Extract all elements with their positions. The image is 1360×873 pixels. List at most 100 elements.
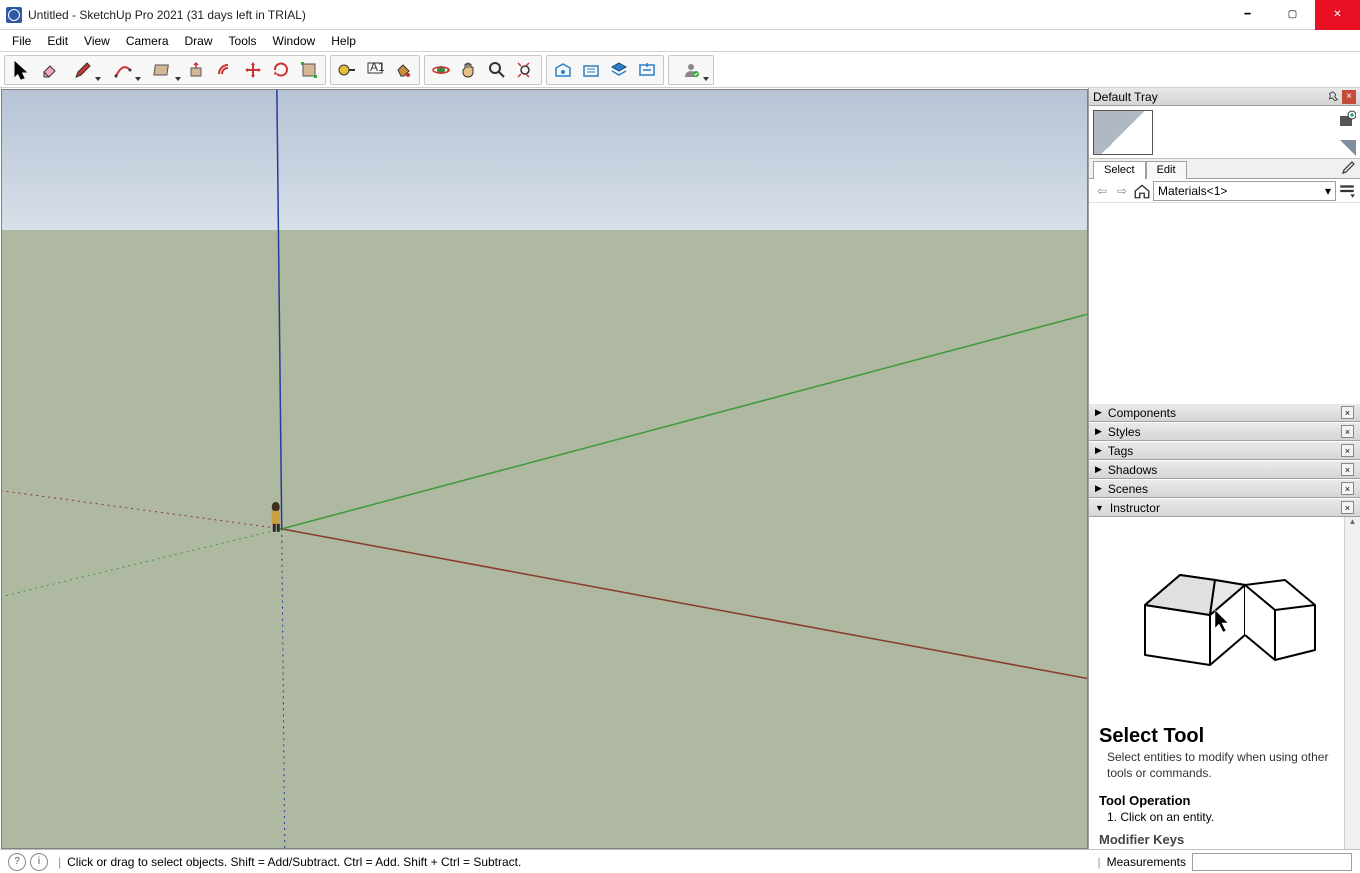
dropdown-caret-icon	[95, 77, 101, 81]
menu-help[interactable]: Help	[323, 32, 364, 50]
materials-library-select[interactable]: Materials<1> ▾	[1153, 181, 1336, 201]
dropdown-caret-icon	[135, 77, 141, 81]
instructor-operation-header: Tool Operation	[1099, 793, 1350, 808]
eyedropper-icon[interactable]	[1338, 160, 1356, 178]
materials-nav: ⇦ ⇨ Materials<1> ▾	[1089, 179, 1360, 203]
dropdown-caret-icon	[703, 77, 709, 81]
materials-tabs: Select Edit	[1089, 159, 1360, 179]
panel-close-button[interactable]: ×	[1341, 444, 1354, 457]
panel-close-button[interactable]: ×	[1341, 501, 1354, 514]
panel-header-components[interactable]: ▶ Components×	[1089, 403, 1360, 422]
menu-window[interactable]: Window	[265, 32, 324, 50]
warehouse-tool[interactable]	[549, 57, 577, 83]
arrow-right-icon: ▶	[1095, 445, 1102, 456]
main-area: Default Tray × Select Edit ⇦ ⇨	[0, 88, 1360, 849]
menu-edit[interactable]: Edit	[39, 32, 76, 50]
menu-camera[interactable]: Camera	[118, 32, 177, 50]
arrow-right-icon: ▶	[1095, 483, 1102, 494]
arrow-right-icon: ▶	[1095, 464, 1102, 475]
panel-label: Scenes	[1108, 482, 1341, 496]
panel-header-instructor[interactable]: ▼Instructor×	[1089, 498, 1360, 517]
instructor-scrollbar[interactable]	[1344, 517, 1360, 849]
zoom-tool[interactable]	[483, 57, 511, 83]
panel-header-shadows[interactable]: ▶Shadows×	[1089, 460, 1360, 479]
menu-file[interactable]: File	[4, 32, 39, 50]
paint-bucket-tool[interactable]	[389, 57, 417, 83]
zoom-extents-tool[interactable]	[511, 57, 539, 83]
close-button[interactable]: ✕	[1315, 0, 1360, 30]
draw-arc-tool[interactable]	[103, 57, 143, 83]
nav-back-icon[interactable]: ⇦	[1093, 182, 1111, 200]
panel-header-scenes[interactable]: ▶ Scenes×	[1089, 479, 1360, 498]
panel-close-button[interactable]: ×	[1341, 482, 1354, 495]
materials-tab-select[interactable]: Select	[1093, 161, 1146, 179]
materials-tab-edit[interactable]: Edit	[1146, 161, 1187, 179]
info-icon[interactable]: i	[30, 853, 48, 871]
menu-tools[interactable]: Tools	[221, 32, 265, 50]
create-material-icon[interactable]	[1338, 110, 1356, 128]
extension-manager-tool[interactable]	[633, 57, 661, 83]
panel-close-button[interactable]: ×	[1341, 425, 1354, 438]
arrow-right-icon: ▶	[1095, 407, 1102, 418]
minimize-button[interactable]: ━	[1225, 0, 1270, 30]
status-hint: Click or drag to select objects. Shift =…	[67, 855, 1091, 869]
viewport-axes	[2, 90, 1087, 848]
tray-close-button[interactable]: ×	[1342, 90, 1356, 104]
menu-draw[interactable]: Draw	[177, 32, 221, 50]
dropdown-caret-icon	[175, 77, 181, 81]
viewport-3d[interactable]	[1, 89, 1088, 849]
instructor-operation-step: 1. Click on an entity.	[1107, 810, 1350, 824]
pan-tool[interactable]	[455, 57, 483, 83]
title-bar: Untitled - SketchUp Pro 2021 (31 days le…	[0, 0, 1360, 30]
rotate-tool[interactable]	[267, 57, 295, 83]
instructor-title: Select Tool	[1099, 725, 1350, 748]
menu-view[interactable]: View	[76, 32, 118, 50]
panel-header-tags[interactable]: ▶ Tags×	[1089, 441, 1360, 460]
tray-title: Default Tray	[1093, 90, 1324, 104]
orbit-tool[interactable]	[427, 57, 455, 83]
materials-library-label: Materials<1>	[1158, 184, 1227, 198]
panel-close-button[interactable]: ×	[1341, 406, 1354, 419]
panel-label: Styles	[1108, 425, 1341, 439]
panel-label: Components	[1108, 406, 1341, 420]
user-account-tool[interactable]	[671, 57, 711, 83]
pin-icon[interactable]	[1326, 90, 1340, 104]
tape-measure-tool[interactable]	[333, 57, 361, 83]
arrow-right-icon: ▶	[1095, 426, 1102, 437]
scale-tool[interactable]	[295, 57, 323, 83]
layers-tool[interactable]	[605, 57, 633, 83]
draw-line-tool[interactable]	[63, 57, 103, 83]
scale-figure-icon	[272, 502, 280, 532]
help-icon[interactable]: ?	[8, 853, 26, 871]
instructor-modifier-header: Modifier Keys	[1099, 832, 1350, 847]
panel-header-styles[interactable]: ▶ Styles×	[1089, 422, 1360, 441]
eraser-tool[interactable]	[35, 57, 63, 83]
tray-header[interactable]: Default Tray ×	[1089, 88, 1360, 106]
panel-close-button[interactable]: ×	[1341, 463, 1354, 476]
panel-label: Tags	[1108, 444, 1341, 458]
maximize-button[interactable]: ▢	[1270, 0, 1315, 30]
materials-list[interactable]	[1089, 203, 1360, 403]
material-corner-icon	[1340, 140, 1356, 156]
measurements-label: Measurements	[1107, 855, 1186, 869]
extension-warehouse-tool[interactable]	[577, 57, 605, 83]
select-tool[interactable]	[7, 57, 35, 83]
push-pull-tool[interactable]	[183, 57, 211, 83]
panel-label: Instructor	[1110, 501, 1341, 515]
measurements-input[interactable]	[1192, 853, 1352, 871]
window-title: Untitled - SketchUp Pro 2021 (31 days le…	[28, 8, 1225, 22]
app-icon	[6, 7, 22, 23]
instructor-description: Select entities to modify when using oth…	[1107, 750, 1350, 781]
menu-bar: File Edit View Camera Draw Tools Window …	[0, 30, 1360, 51]
draw-shape-tool[interactable]	[143, 57, 183, 83]
offset-tool[interactable]	[211, 57, 239, 83]
material-swatch[interactable]	[1093, 110, 1153, 155]
chevron-down-icon: ▾	[1325, 184, 1331, 198]
text-tool[interactable]: A1	[361, 57, 389, 83]
nav-forward-icon[interactable]: ⇨	[1113, 182, 1131, 200]
status-bar: ? i | Click or drag to select objects. S…	[0, 849, 1360, 873]
move-tool[interactable]	[239, 57, 267, 83]
details-menu-icon[interactable]	[1338, 182, 1356, 200]
instructor-panel-body: Select Tool Select entities to modify wh…	[1089, 517, 1360, 849]
nav-home-icon[interactable]	[1133, 182, 1151, 200]
